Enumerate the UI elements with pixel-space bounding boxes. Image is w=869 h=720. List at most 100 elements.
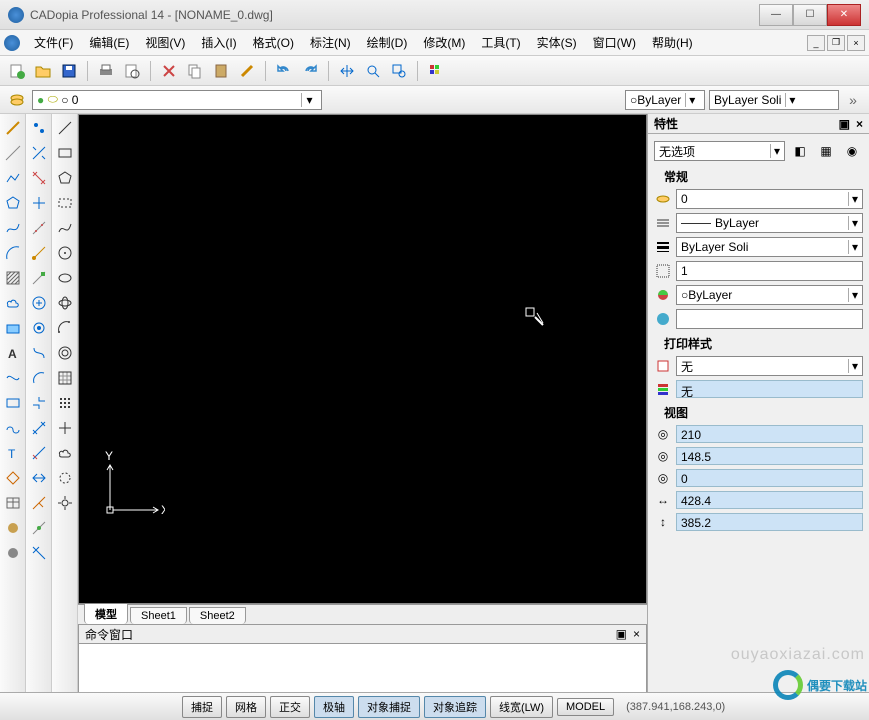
cut-button[interactable] — [158, 60, 180, 82]
circle3-tool[interactable] — [55, 468, 75, 488]
array-tool[interactable] — [29, 218, 49, 238]
move-tool[interactable] — [29, 243, 49, 263]
table-tool[interactable] — [3, 493, 23, 513]
insert-block-tool[interactable] — [3, 468, 23, 488]
toolbar-overflow[interactable]: » — [843, 92, 863, 108]
explode-tool[interactable] — [29, 468, 49, 488]
properties-button[interactable] — [425, 60, 447, 82]
rotate-tool[interactable] — [29, 268, 49, 288]
ellipse2-tool[interactable] — [55, 268, 75, 288]
prop-linetype[interactable]: ByLayer▾ — [676, 213, 863, 233]
polygon2-tool[interactable] — [55, 168, 75, 188]
close-button[interactable]: ✕ — [827, 4, 861, 26]
menu-entity[interactable]: 实体(S) — [529, 30, 585, 55]
undo-button[interactable] — [273, 60, 295, 82]
stretch-tool[interactable] — [29, 318, 49, 338]
erase-tool[interactable] — [29, 118, 49, 138]
copy-tool[interactable] — [29, 143, 49, 163]
align-tool[interactable] — [29, 543, 49, 563]
menu-tools[interactable]: 工具(T) — [473, 30, 528, 55]
curve-tool[interactable] — [55, 218, 75, 238]
linetype-dropdown[interactable]: ByLayer Soli ▾ — [709, 90, 839, 110]
lasso-tool[interactable] — [55, 193, 75, 213]
pan-button[interactable] — [336, 60, 358, 82]
spline-tool[interactable] — [3, 218, 23, 238]
view-v5[interactable]: 385.2 — [676, 513, 863, 531]
scale-tool[interactable] — [29, 293, 49, 313]
gradient-tool[interactable] — [3, 543, 23, 563]
tab-sheet1[interactable]: Sheet1 — [130, 607, 187, 624]
polyline-tool[interactable] — [3, 168, 23, 188]
quick-select-icon[interactable]: ◧ — [789, 140, 811, 162]
zoom-window-button[interactable] — [388, 60, 410, 82]
sun-tool[interactable] — [55, 493, 75, 513]
drawing-canvas[interactable]: Y X — [78, 114, 647, 604]
construction-line-tool[interactable] — [3, 143, 23, 163]
cmd-close-icon[interactable]: × — [633, 627, 640, 641]
mdi-close[interactable]: × — [847, 35, 865, 51]
mdi-minimize[interactable]: _ — [807, 35, 825, 51]
line2-tool[interactable] — [55, 118, 75, 138]
offset-tool[interactable] — [29, 193, 49, 213]
props-dock-icon[interactable]: ▣ — [839, 117, 850, 131]
region-tool[interactable] — [3, 318, 23, 338]
layer-dropdown[interactable]: ● ⬭ ○ 0 ▾ — [32, 90, 322, 110]
copy-button[interactable] — [184, 60, 206, 82]
tab-model[interactable]: 模型 — [84, 603, 128, 624]
move2-tool[interactable] — [55, 418, 75, 438]
menu-insert[interactable]: 插入(I) — [193, 30, 244, 55]
match-button[interactable] — [236, 60, 258, 82]
paint-tool[interactable] — [3, 518, 23, 538]
view-v1[interactable]: 210 — [676, 425, 863, 443]
prop-hyperlink[interactable] — [676, 309, 863, 329]
donut-tool[interactable] — [3, 418, 23, 438]
toggle-pickadd-icon[interactable]: ◉ — [841, 140, 863, 162]
menu-draw[interactable]: 绘制(D) — [359, 30, 416, 55]
ring-tool[interactable] — [55, 343, 75, 363]
rectangle-tool[interactable] — [3, 393, 23, 413]
cmd-dock-icon[interactable]: ▣ — [616, 627, 627, 641]
rect2-tool[interactable] — [55, 143, 75, 163]
fillet-tool[interactable] — [29, 443, 49, 463]
menu-format[interactable]: 格式(O) — [245, 30, 302, 55]
selection-dropdown[interactable]: 无选项▾ — [654, 141, 785, 161]
save-button[interactable] — [58, 60, 80, 82]
polar-toggle[interactable]: 极轴 — [314, 696, 354, 718]
text-tool[interactable]: A — [3, 343, 23, 363]
mdi-restore[interactable]: ❐ — [827, 35, 845, 51]
menu-help[interactable]: 帮助(H) — [644, 30, 701, 55]
line-tool[interactable] — [3, 118, 23, 138]
view-v2[interactable]: 148.5 — [676, 447, 863, 465]
menu-modify[interactable]: 修改(M) — [415, 30, 473, 55]
view-v4[interactable]: 428.4 — [676, 491, 863, 509]
menu-view[interactable]: 视图(V) — [137, 30, 193, 55]
maximize-button[interactable]: ☐ — [793, 4, 827, 26]
arc2-tool[interactable] — [55, 318, 75, 338]
otrack-toggle[interactable]: 对象追踪 — [424, 696, 486, 718]
arc-tool[interactable] — [3, 243, 23, 263]
select-objects-icon[interactable]: ▦ — [815, 140, 837, 162]
osnap-toggle[interactable]: 对象捕捉 — [358, 696, 420, 718]
prop-layer[interactable]: 0▾ — [676, 189, 863, 209]
menu-file[interactable]: 文件(F) — [26, 30, 81, 55]
snap-toggle[interactable]: 捕捉 — [182, 696, 222, 718]
menu-dimension[interactable]: 标注(N) — [302, 30, 359, 55]
prop-plotstyle[interactable]: 无▾ — [676, 356, 863, 376]
print-button[interactable] — [95, 60, 117, 82]
3dorbit-tool[interactable] — [55, 293, 75, 313]
lengthen-tool[interactable] — [29, 493, 49, 513]
tab-sheet2[interactable]: Sheet2 — [189, 607, 246, 624]
preview-button[interactable] — [121, 60, 143, 82]
view-v3[interactable]: 0 — [676, 469, 863, 487]
cloud2-tool[interactable] — [55, 443, 75, 463]
menu-window[interactable]: 窗口(W) — [585, 30, 644, 55]
wipeout-tool[interactable] — [3, 368, 23, 388]
trim-tool[interactable] — [29, 343, 49, 363]
lineweight-toggle[interactable]: 线宽(LW) — [490, 696, 553, 718]
point-tool[interactable]: T — [3, 443, 23, 463]
model-toggle[interactable]: MODEL — [557, 698, 614, 716]
paste-button[interactable] — [210, 60, 232, 82]
break-tool[interactable] — [29, 393, 49, 413]
polygon-tool[interactable] — [3, 193, 23, 213]
ortho-toggle[interactable]: 正交 — [270, 696, 310, 718]
